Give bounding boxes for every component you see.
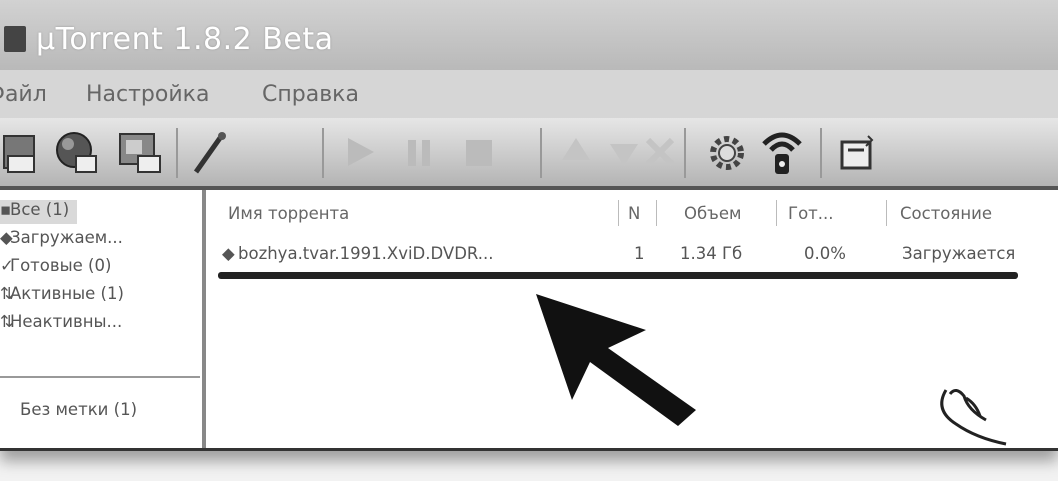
sidebar-divider xyxy=(0,376,200,378)
toolbar-separator xyxy=(540,128,542,178)
torrent-done: 0.0% xyxy=(804,244,846,263)
wand-icon[interactable] xyxy=(190,130,230,176)
hand-cursor-icon xyxy=(940,389,1007,446)
category-inactive[interactable]: ⇅Неактивны... xyxy=(0,312,122,336)
torrent-list-panel: Имя торрента N Объем Гот... Состояние ◆ … xyxy=(206,190,1058,448)
column-header-status[interactable]: Состояние xyxy=(900,204,992,223)
start-icon[interactable] xyxy=(340,132,380,172)
title-bar: µTorrent 1.8.2 Beta xyxy=(0,0,1058,70)
torrent-name: bozhya.tvar.1991.XviD.DVDR... xyxy=(238,244,494,263)
category-all[interactable]: ▪Все (1) xyxy=(0,200,78,224)
menu-bar: Файл Настройка Справка xyxy=(0,70,1058,118)
torrent-size: 1.34 Гб xyxy=(680,244,743,263)
torrent-status: Загружается xyxy=(902,244,1016,263)
toolbar-separator xyxy=(684,128,686,178)
pause-icon[interactable] xyxy=(400,132,440,172)
toolbar-separator xyxy=(176,128,178,178)
category-label: Все (1) xyxy=(10,200,70,219)
column-header-name[interactable]: Имя торрента xyxy=(228,204,349,223)
column-header-number[interactable]: N xyxy=(628,204,640,223)
utorrent-window: µTorrent 1.8.2 Beta Файл Настройка Справ… xyxy=(0,0,1058,451)
category-label: Загружаем... xyxy=(10,228,123,247)
active-arrow-icon: ⇅ xyxy=(0,284,14,303)
rss-icon[interactable] xyxy=(838,132,878,174)
underline-annotation xyxy=(218,272,1018,279)
column-separator[interactable] xyxy=(886,200,887,226)
label-no-label[interactable]: Без метки (1) xyxy=(20,400,137,419)
settings-icon[interactable] xyxy=(704,130,750,176)
remote-icon[interactable] xyxy=(760,126,804,178)
toolbar-separator xyxy=(820,128,822,178)
toolbar xyxy=(0,118,1058,190)
create-torrent-icon[interactable] xyxy=(116,130,164,176)
category-label: Готовые (0) xyxy=(10,256,112,275)
torrent-row[interactable]: ◆ bozhya.tvar.1991.XviD.DVDR... 1 1.34 Г… xyxy=(222,242,1022,268)
category-label: Неактивны... xyxy=(10,312,123,331)
torrent-number: 1 xyxy=(634,244,645,263)
download-arrow-icon: ◆ xyxy=(0,228,13,247)
column-header-done[interactable]: Гот... xyxy=(788,204,834,223)
category-icon: ▪ xyxy=(0,200,12,219)
category-active[interactable]: ⇅Активные (1) xyxy=(0,284,124,308)
checkmark-icon: ✓ xyxy=(0,256,14,275)
category-sidebar: ▪Все (1) ◆Загружаем... ✓Готовые (0) ⇅Акт… xyxy=(0,190,206,448)
menu-file[interactable]: Файл xyxy=(0,82,47,107)
remove-icon[interactable] xyxy=(640,132,680,172)
category-downloading[interactable]: ◆Загружаем... xyxy=(0,228,123,252)
menu-settings[interactable]: Настройка xyxy=(86,82,209,107)
inactive-arrow-icon: ⇅ xyxy=(0,312,14,331)
column-header-size[interactable]: Объем xyxy=(684,204,741,223)
arrow-annotation xyxy=(536,294,696,426)
add-torrent-icon[interactable] xyxy=(0,130,44,176)
download-status-icon: ◆ xyxy=(222,244,235,263)
menu-help[interactable]: Справка xyxy=(262,82,359,107)
move-up-icon[interactable] xyxy=(556,132,596,172)
category-label: Активные (1) xyxy=(10,284,124,303)
column-separator[interactable] xyxy=(656,200,657,226)
category-completed[interactable]: ✓Готовые (0) xyxy=(0,256,111,280)
utorrent-app-icon xyxy=(4,26,26,52)
stop-icon[interactable] xyxy=(458,132,498,172)
window-title: µTorrent 1.8.2 Beta xyxy=(36,22,334,57)
move-down-icon[interactable] xyxy=(604,132,644,172)
column-separator[interactable] xyxy=(618,200,619,226)
column-separator[interactable] xyxy=(776,200,777,226)
add-url-icon[interactable] xyxy=(54,128,98,176)
toolbar-separator xyxy=(322,128,324,178)
